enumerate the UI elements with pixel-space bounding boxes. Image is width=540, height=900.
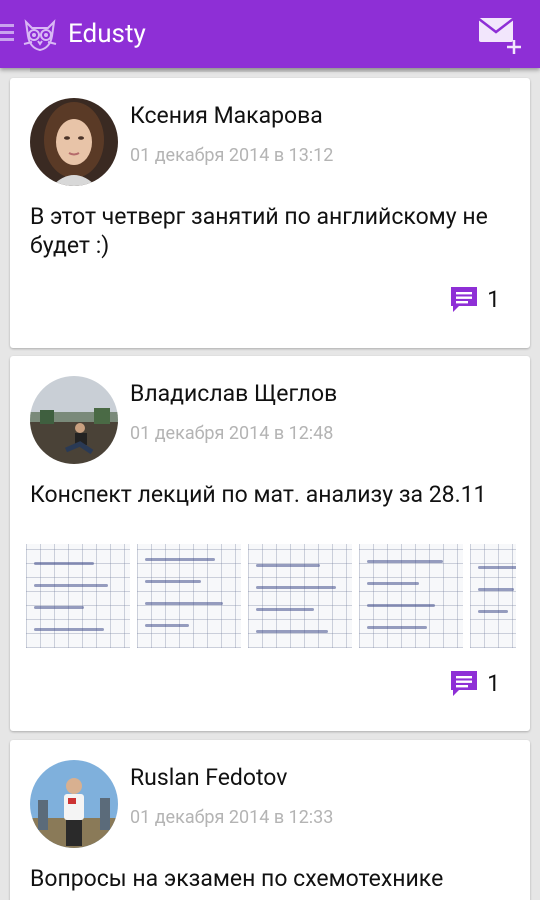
scroll-edge [30, 68, 510, 72]
new-message-icon[interactable] [476, 14, 526, 54]
post-text: В этот четверг занятий по английскому не… [30, 203, 488, 259]
app-bar: Edusty [0, 0, 540, 68]
app-title: Edusty [68, 19, 146, 49]
author-name[interactable]: Ксения Макарова [130, 102, 323, 129]
attachment-thumbnail[interactable] [248, 544, 352, 648]
comment-icon [451, 671, 478, 696]
comments-button[interactable]: 1 [449, 284, 500, 314]
post-date: 01 декабря 2014 в 13:12 [130, 145, 334, 166]
avatar[interactable] [30, 376, 118, 464]
owl-logo-icon[interactable] [20, 14, 60, 54]
post-date: 01 декабря 2014 в 12:48 [130, 423, 334, 444]
post-text: Конспект лекций по мат. анализу за 28.11 [30, 481, 487, 508]
author-name[interactable]: Ruslan Fedotov [130, 764, 287, 791]
post-card[interactable]: Ruslan Fedotov 01 декабря 2014 в 12:33 В… [10, 740, 530, 900]
comments-button[interactable]: 1 [449, 668, 500, 698]
comment-icon [451, 287, 478, 312]
feed[interactable]: Ксения Макарова 01 декабря 2014 в 13:12 … [0, 68, 540, 900]
attachment-thumbnail[interactable] [470, 544, 516, 648]
author-name[interactable]: Владислав Щеглов [130, 380, 337, 407]
attachment-thumbnail[interactable] [137, 544, 241, 648]
comment-count: 1 [487, 669, 500, 697]
avatar[interactable] [30, 760, 118, 848]
avatar[interactable] [30, 98, 118, 186]
post-card[interactable]: Ксения Макарова 01 декабря 2014 в 13:12 … [10, 78, 530, 348]
comment-count: 1 [487, 285, 500, 313]
post-text: Вопросы на экзамен по схемотехнике [30, 865, 444, 892]
attachment-thumbnail[interactable] [359, 544, 463, 648]
post-date: 01 декабря 2014 в 12:33 [130, 807, 334, 828]
attachment-thumbnail[interactable] [26, 544, 130, 648]
post-card[interactable]: Владислав Щеглов 01 декабря 2014 в 12:48… [10, 356, 530, 731]
menu-icon[interactable] [0, 24, 14, 46]
attachment-gallery[interactable] [26, 544, 516, 648]
